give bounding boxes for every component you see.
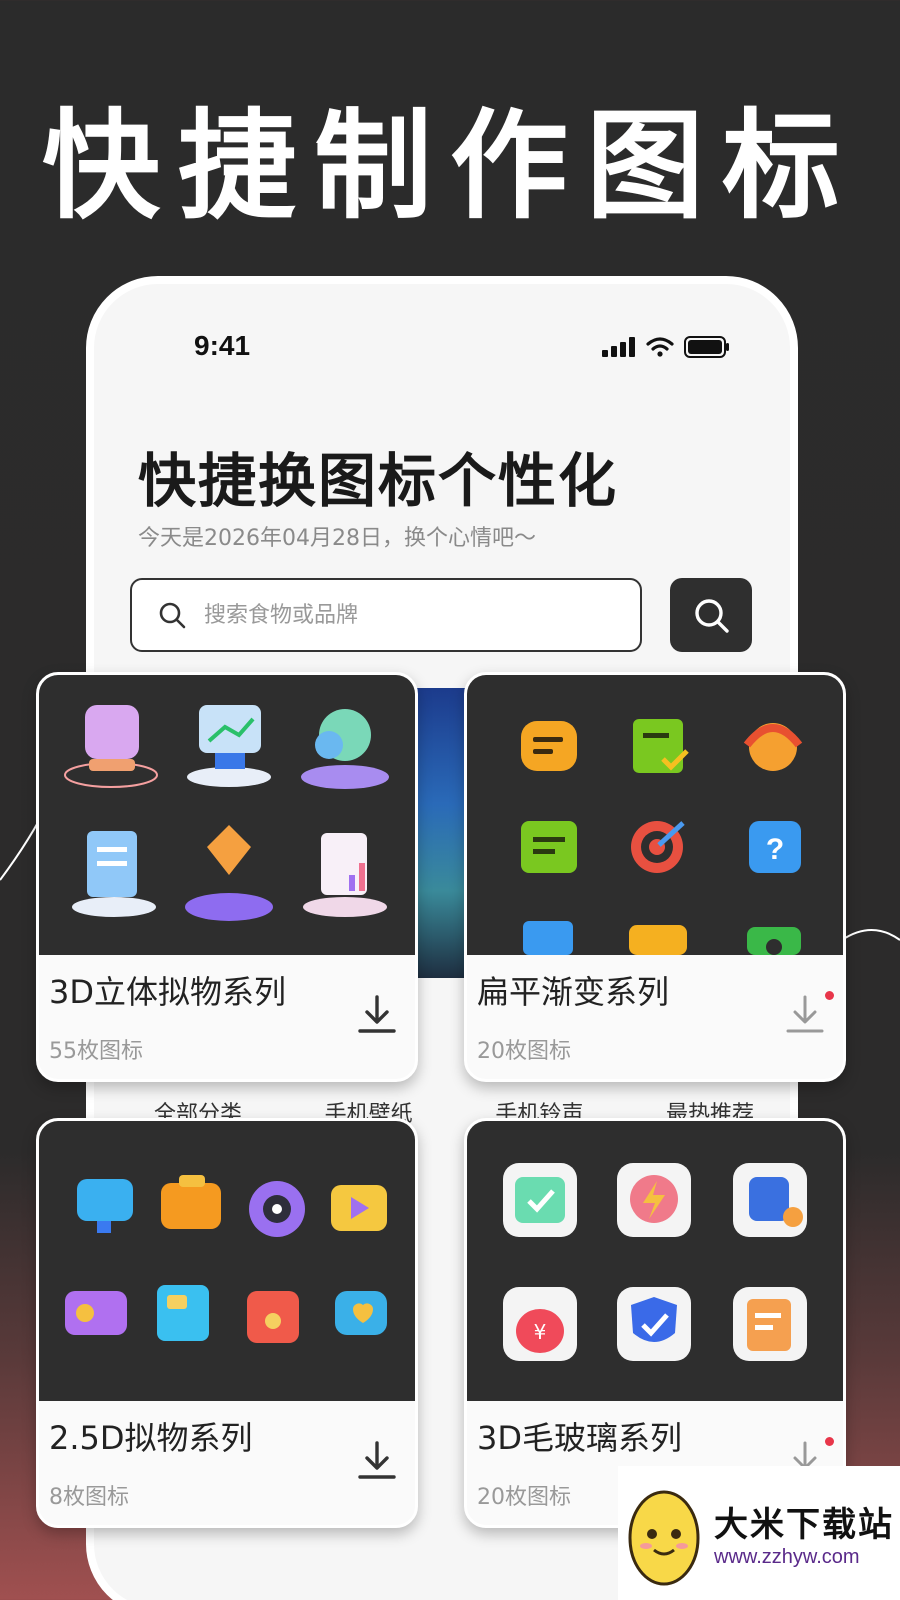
svg-text:¥: ¥ (534, 1320, 547, 1344)
card-title: 2.5D拟物系列 (49, 1419, 253, 1457)
message-green-icon (521, 821, 577, 873)
shield-check-icon (617, 1287, 691, 1361)
card-preview: ? (467, 675, 843, 955)
card-title: 3D立体拟物系列 (49, 973, 287, 1011)
card-title: 扁平渐变系列 (477, 973, 670, 1011)
search-icon (695, 599, 729, 633)
radio-icon (65, 1291, 127, 1335)
wallet-icon (161, 1175, 221, 1229)
chat-heart-icon (335, 1291, 387, 1335)
rabbit-bag-icon (247, 1291, 299, 1343)
card-count: 8枚图标 (49, 1485, 129, 1510)
search-icon (159, 602, 186, 629)
icon-preview-grid: ¥ (503, 1163, 807, 1361)
card-count: 20枚图标 (477, 1485, 571, 1510)
toolbox-icon (629, 925, 687, 955)
card-preview (39, 1121, 415, 1401)
download-icon[interactable] (355, 1439, 399, 1483)
icon-preview-grid (65, 1175, 387, 1343)
card-title: 3D毛玻璃系列 (477, 1419, 683, 1457)
search-box[interactable] (130, 578, 642, 652)
icon-preview-grid (64, 705, 389, 921)
battery-icon (684, 336, 729, 358)
3d-document-icon (72, 831, 156, 917)
note-check-icon (633, 719, 689, 773)
icon-pack-card[interactable]: 3D立体拟物系列 55枚图标 (36, 672, 418, 1082)
music-disc-icon (249, 1181, 305, 1237)
status-time: 9:41 (194, 330, 251, 361)
status-icons (602, 336, 730, 358)
card-preview: ¥ (467, 1121, 843, 1401)
icon-pack-card[interactable]: ? 扁平渐变系列 20枚图标 (464, 672, 846, 1082)
hero-title: 快捷制作图标 (41, 97, 858, 235)
watermark-name: 大米下载站 (714, 1505, 894, 1545)
3d-cloud-blue-icon (301, 709, 389, 789)
help-icon: ? (749, 821, 801, 873)
lightning-icon (617, 1163, 691, 1237)
download-icon[interactable] (783, 993, 827, 1037)
card-preview (39, 675, 415, 955)
money-bag-icon: ¥ (503, 1287, 577, 1361)
3d-monitor-icon (187, 705, 271, 787)
3d-cloud-icon (64, 705, 158, 788)
headset-icon (743, 723, 803, 771)
icon-preview-grid: ? (521, 719, 803, 955)
new-badge-dot (825, 991, 834, 1000)
signal-icon (602, 337, 635, 357)
phone-title: 快捷换图标个性化 (138, 447, 619, 515)
card-count: 20枚图标 (477, 1039, 571, 1064)
store-icon (523, 921, 573, 955)
wifi-monitor-icon (77, 1179, 133, 1233)
new-badge-dot (825, 1437, 834, 1446)
book-icon (157, 1285, 209, 1341)
download-icon[interactable] (355, 993, 399, 1037)
calendar-check-icon (503, 1163, 577, 1237)
target-icon (631, 821, 685, 873)
3d-diamond-icon (185, 825, 273, 921)
database-coin-icon (733, 1163, 807, 1237)
3d-chart-icon (303, 833, 387, 917)
phone-subtitle: 今天是2026年04月28日，换个心情吧～ (138, 526, 536, 551)
mascot-logo (628, 1490, 700, 1586)
camera-icon (747, 927, 801, 955)
chat-yellow-icon (521, 721, 577, 771)
search-button[interactable] (670, 578, 752, 652)
card-count: 55枚图标 (49, 1039, 143, 1064)
watermark-url: www.zzhyw.com (714, 1546, 860, 1568)
video-play-icon (331, 1185, 387, 1231)
deco-curve-right (842, 929, 900, 941)
svg-text:?: ? (766, 833, 784, 866)
icon-pack-card[interactable]: 2.5D拟物系列 8枚图标 (36, 1118, 418, 1528)
watermark: 大米下载站 www.zzhyw.com (618, 1466, 900, 1600)
notes-icon (733, 1287, 807, 1361)
wifi-icon (646, 337, 674, 357)
search-input[interactable] (204, 602, 584, 628)
